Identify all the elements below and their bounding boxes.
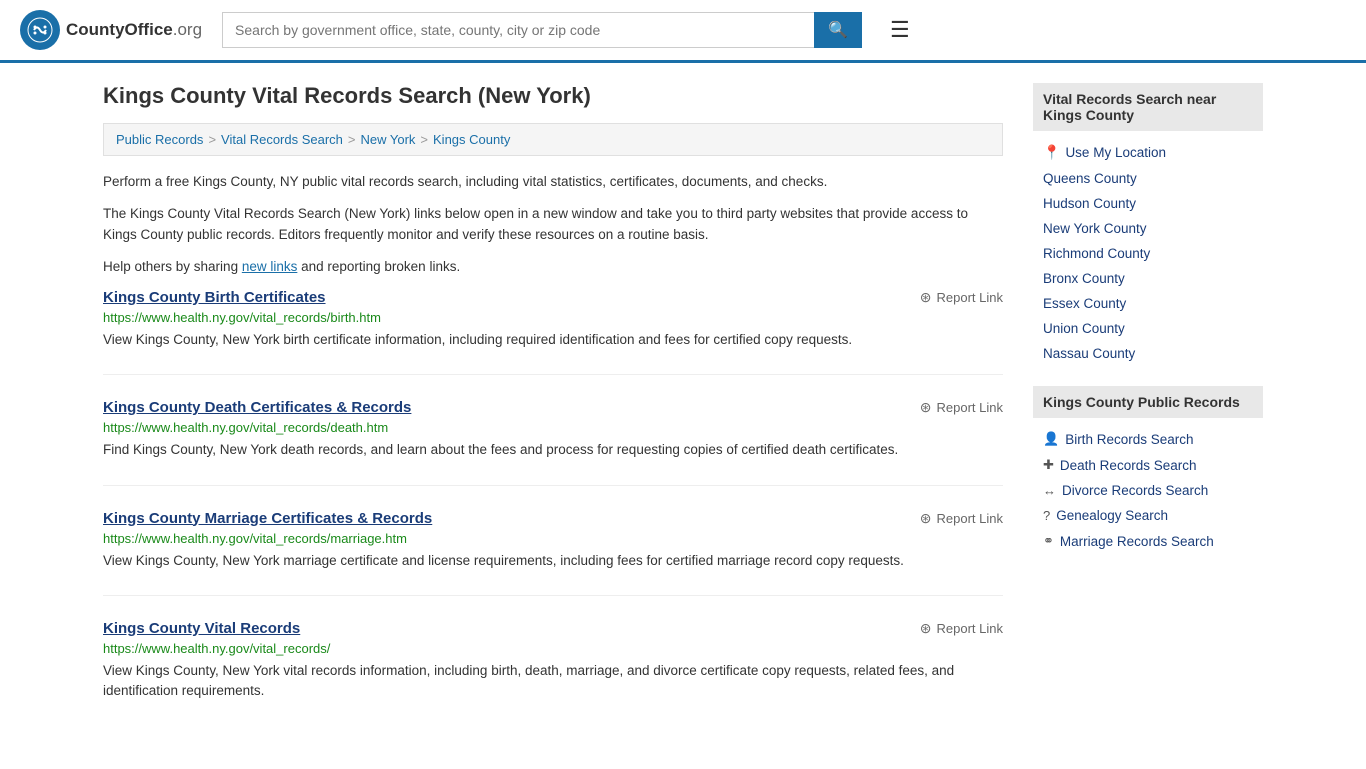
result-title[interactable]: Kings County Death Certificates & Record… xyxy=(103,399,411,416)
sidebar-item-genealogy[interactable]: ? Genealogy Search xyxy=(1033,503,1263,528)
logo-icon xyxy=(20,10,60,50)
result-url[interactable]: https://www.health.ny.gov/vital_records/… xyxy=(103,420,1003,435)
report-icon: ⊛ xyxy=(920,289,932,306)
question-icon: ? xyxy=(1043,508,1050,523)
location-pin-icon: 📍 xyxy=(1043,144,1060,161)
sidebar-item-essex[interactable]: Essex County xyxy=(1033,291,1263,316)
result-item: Kings County Birth Certificates ⊛ Report… xyxy=(103,289,1003,375)
result-desc: View Kings County, New York birth certif… xyxy=(103,330,1003,350)
result-item: Kings County Marriage Certificates & Rec… xyxy=(103,510,1003,596)
sidebar-item-richmond[interactable]: Richmond County xyxy=(1033,241,1263,266)
breadcrumb-kings-county[interactable]: Kings County xyxy=(433,132,510,147)
report-link-1[interactable]: ⊛ Report Link xyxy=(920,289,1003,306)
report-icon: ⊛ xyxy=(920,620,932,637)
search-input[interactable] xyxy=(222,12,814,48)
result-desc: View Kings County, New York marriage cer… xyxy=(103,551,1003,571)
report-link-2[interactable]: ⊛ Report Link xyxy=(920,399,1003,416)
description-2: The Kings County Vital Records Search (N… xyxy=(103,204,1003,245)
description-3: Help others by sharing new links and rep… xyxy=(103,257,1003,277)
report-icon: ⊛ xyxy=(920,399,932,416)
result-title[interactable]: Kings County Birth Certificates xyxy=(103,289,326,306)
result-desc: Find Kings County, New York death record… xyxy=(103,440,1003,460)
breadcrumb-vital-records-search[interactable]: Vital Records Search xyxy=(221,132,343,147)
page-title: Kings County Vital Records Search (New Y… xyxy=(103,83,1003,109)
result-title[interactable]: Kings County Marriage Certificates & Rec… xyxy=(103,510,432,527)
breadcrumb: Public Records > Vital Records Search > … xyxy=(103,123,1003,156)
result-item: Kings County Vital Records ⊛ Report Link… xyxy=(103,620,1003,726)
sidebar-item-birth-records[interactable]: 👤 Birth Records Search xyxy=(1033,426,1263,452)
logo[interactable]: CountyOffice.org xyxy=(20,10,202,50)
sidebar-item-new-york[interactable]: New York County xyxy=(1033,216,1263,241)
sidebar-item-hudson[interactable]: Hudson County xyxy=(1033,191,1263,216)
use-my-location-link[interactable]: Use My Location xyxy=(1065,145,1166,160)
sidebar-item-bronx[interactable]: Bronx County xyxy=(1033,266,1263,291)
sidebar-item-queens[interactable]: Queens County xyxy=(1033,166,1263,191)
person-icon: 👤 xyxy=(1043,431,1059,447)
sidebar-item-death-records[interactable]: ✚ Death Records Search xyxy=(1033,452,1263,478)
result-url[interactable]: https://www.health.ny.gov/vital_records/… xyxy=(103,531,1003,546)
report-link-3[interactable]: ⊛ Report Link xyxy=(920,510,1003,527)
result-url[interactable]: https://www.health.ny.gov/vital_records/… xyxy=(103,310,1003,325)
result-desc: View Kings County, New York vital record… xyxy=(103,661,1003,702)
results-list: Kings County Birth Certificates ⊛ Report… xyxy=(103,289,1003,725)
sidebar-item-marriage-records[interactable]: ⚭ Marriage Records Search xyxy=(1033,528,1263,554)
nearby-heading: Vital Records Search near Kings County xyxy=(1033,83,1263,131)
cross-icon: ✚ xyxy=(1043,457,1054,473)
new-links-link[interactable]: new links xyxy=(242,259,298,274)
breadcrumb-public-records[interactable]: Public Records xyxy=(116,132,203,147)
logo-text: CountyOffice.org xyxy=(66,20,202,40)
rings-icon: ⚭ xyxy=(1043,533,1054,549)
description-1: Perform a free Kings County, NY public v… xyxy=(103,172,1003,192)
public-records-heading: Kings County Public Records xyxy=(1033,386,1263,418)
sidebar: Vital Records Search near Kings County 📍… xyxy=(1033,83,1263,749)
report-icon: ⊛ xyxy=(920,510,932,527)
sidebar-item-nassau[interactable]: Nassau County xyxy=(1033,341,1263,366)
result-title[interactable]: Kings County Vital Records xyxy=(103,620,300,637)
search-area: 🔍 xyxy=(222,12,862,48)
sidebar-item-union[interactable]: Union County xyxy=(1033,316,1263,341)
menu-button[interactable]: ☰ xyxy=(882,13,918,47)
result-item: Kings County Death Certificates & Record… xyxy=(103,399,1003,485)
public-records-section: Kings County Public Records 👤 Birth Reco… xyxy=(1033,386,1263,554)
report-link-4[interactable]: ⊛ Report Link xyxy=(920,620,1003,637)
arrows-icon: ↔ xyxy=(1043,483,1056,498)
breadcrumb-new-york[interactable]: New York xyxy=(361,132,416,147)
sidebar-item-divorce-records[interactable]: ↔ Divorce Records Search xyxy=(1033,478,1263,503)
nearby-section: Vital Records Search near Kings County 📍… xyxy=(1033,83,1263,366)
use-my-location[interactable]: 📍 Use My Location xyxy=(1033,139,1263,166)
search-icon: 🔍 xyxy=(828,22,848,39)
search-button[interactable]: 🔍 xyxy=(814,12,862,48)
hamburger-icon: ☰ xyxy=(890,17,910,42)
result-url[interactable]: https://www.health.ny.gov/vital_records/ xyxy=(103,641,1003,656)
